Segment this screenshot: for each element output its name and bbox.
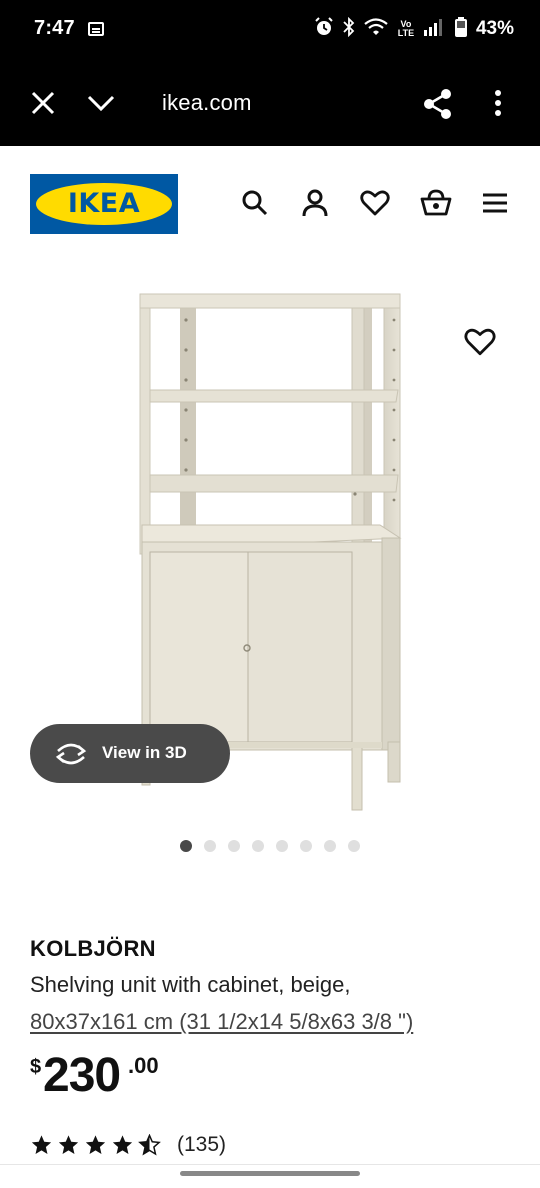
volte-icon: Vo LTE xyxy=(397,19,415,38)
carousel-indicator xyxy=(180,840,360,852)
more-vertical-icon[interactable] xyxy=(484,88,514,118)
close-icon[interactable] xyxy=(28,88,58,118)
add-to-favourites-icon[interactable] xyxy=(464,326,496,358)
carousel-dot[interactable] xyxy=(348,840,360,852)
price-integer: 230 xyxy=(43,1049,121,1102)
price-currency: $ xyxy=(30,1056,42,1078)
basket-icon[interactable] xyxy=(420,188,452,218)
view-in-3d-button[interactable]: View in 3D xyxy=(30,724,230,783)
product-rating[interactable]: (135) xyxy=(30,1132,226,1158)
bluetooth-icon xyxy=(343,16,355,42)
status-bar: 7:47 Vo LTE 43% xyxy=(0,0,540,60)
star-full-icon xyxy=(58,1135,79,1154)
rating-stars xyxy=(30,1134,161,1156)
carousel-dot[interactable] xyxy=(180,840,192,852)
browser-toolbar: ikea.com xyxy=(0,60,540,146)
alarm-icon xyxy=(314,16,334,42)
status-time: 7:47 xyxy=(34,17,75,39)
carousel-dot[interactable] xyxy=(276,840,288,852)
price-decimal: .00 xyxy=(128,1053,159,1078)
star-full-icon xyxy=(31,1135,52,1154)
url-bar[interactable]: ikea.com xyxy=(162,90,252,116)
chevron-down-icon[interactable] xyxy=(86,88,116,118)
gesture-navigation-bar[interactable] xyxy=(180,1171,360,1176)
carousel-dot[interactable] xyxy=(228,840,240,852)
battery-icon xyxy=(454,16,467,42)
account-icon[interactable] xyxy=(300,188,330,218)
product-name: KOLBJÖRN xyxy=(30,936,156,961)
site-header: IKEA xyxy=(0,146,540,262)
carousel-dot[interactable] xyxy=(252,840,264,852)
view-in-3d-label: View in 3D xyxy=(102,743,187,762)
rotate-3d-icon xyxy=(54,741,88,767)
signal-icon xyxy=(423,18,446,41)
review-count: (135) xyxy=(177,1133,227,1156)
menu-icon[interactable] xyxy=(480,188,510,218)
share-icon[interactable] xyxy=(422,88,452,119)
carousel-dot[interactable] xyxy=(300,840,312,852)
star-half-icon xyxy=(138,1134,161,1156)
logo-text: IKEA xyxy=(67,188,141,219)
wifi-icon xyxy=(364,17,388,42)
notification-icon xyxy=(88,22,104,36)
product-dimensions-link[interactable]: 80x37x161 cm (31 1/2x14 5/8x63 3/8 ") xyxy=(30,1009,413,1035)
search-icon[interactable] xyxy=(240,188,270,218)
heart-icon[interactable] xyxy=(360,188,390,218)
star-full-icon xyxy=(112,1135,133,1154)
status-icons: Vo LTE 43% xyxy=(314,15,514,43)
battery-percent: 43% xyxy=(475,18,514,39)
product-description: Shelving unit with cabinet, beige, xyxy=(30,972,351,997)
star-full-icon xyxy=(85,1135,106,1154)
carousel-dot[interactable] xyxy=(324,840,336,852)
carousel-dot[interactable] xyxy=(204,840,216,852)
divider xyxy=(0,1164,540,1165)
ikea-logo[interactable]: IKEA xyxy=(30,174,178,234)
